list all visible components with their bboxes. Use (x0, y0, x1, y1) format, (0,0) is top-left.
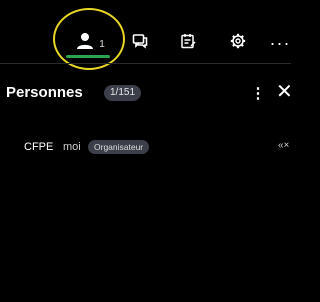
participant-name: CFPE (24, 141, 54, 153)
people-panel-header: Personnes 1/151 ⋮ ✕ (0, 76, 293, 108)
meeting-toolbar: 1 ··· (0, 0, 292, 70)
panel-title: Personnes (6, 84, 83, 101)
close-icon: ✕ (276, 81, 293, 103)
close-panel-button[interactable]: ✕ (276, 80, 296, 104)
more-button[interactable]: ··· (268, 28, 292, 58)
role-badge: Organisateur (88, 140, 150, 154)
settings-button[interactable] (226, 28, 250, 58)
notes-icon (180, 33, 196, 54)
people-count: 1 (99, 38, 105, 50)
toolbar-divider (0, 63, 291, 64)
people-button[interactable]: 1 (66, 28, 114, 58)
chat-button[interactable] (128, 28, 152, 58)
participant-row[interactable]: CFPE moi Organisateur «× (0, 134, 291, 158)
chat-icon (132, 33, 148, 54)
more-icon: ··· (269, 32, 291, 53)
panel-options-button[interactable]: ⋮ (250, 82, 266, 104)
participant-me-label: moi (63, 141, 81, 153)
active-tab-underline (66, 55, 110, 58)
gear-icon (230, 33, 246, 54)
kebab-icon: ⋮ (250, 85, 266, 102)
participant-action-icon[interactable]: «× (278, 140, 298, 151)
person-icon (75, 32, 95, 55)
participant-count-badge: 1/151 (104, 85, 142, 101)
notes-button[interactable] (176, 28, 200, 58)
